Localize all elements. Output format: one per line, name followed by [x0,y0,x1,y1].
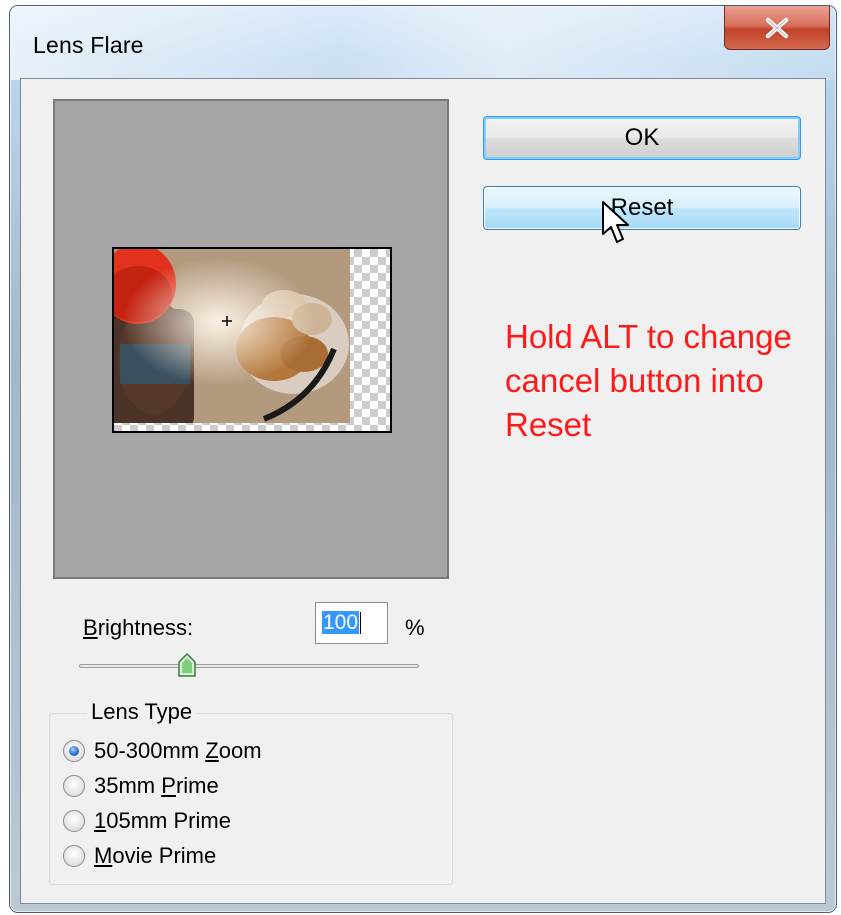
title-bar[interactable]: Lens Flare [10,6,836,80]
radio-button-checked[interactable] [63,740,85,762]
brightness-label: Brightness: [83,615,194,640]
radio-label: 35mm Prime [94,773,219,798]
ok-button[interactable]: OK [483,116,801,160]
radio-option-105mm[interactable]: 105mm Prime [63,806,231,836]
radio-button[interactable] [63,845,85,867]
radio-button[interactable] [63,775,85,797]
annotation-note: Hold ALT to change cancel button into Re… [505,318,792,443]
brightness-input[interactable]: 100 [315,602,388,644]
dialog-title: Lens Flare [33,32,144,58]
flare-preview-pane[interactable] [53,99,449,579]
brightness-slider-thumb[interactable] [178,653,196,677]
radio-label: 105mm Prime [94,808,231,833]
brightness-slider-track[interactable] [79,664,419,668]
brightness-value: 100 [322,611,360,634]
close-x-icon [765,17,789,38]
close-button[interactable] [724,6,830,50]
reset-button[interactable]: Reset [483,186,801,230]
radio-label: Movie Prime [94,843,217,868]
mouse-cursor-icon [602,201,629,243]
radio-label: 50-300mm Zoom [94,738,262,763]
text-caret [360,612,362,635]
dialog-window: Lens Flare OK Reset Hold ALT to change c… [10,6,836,912]
lens-type-legend: Lens Type [87,699,197,725]
dialog-client-area: OK Reset Hold ALT to change cancel butto… [20,78,826,904]
radio-option-35mm[interactable]: 35mm Prime [63,771,219,801]
percent-unit: % [405,615,425,640]
preview-thumbnail[interactable] [112,247,392,433]
radio-option-zoom[interactable]: 50-300mm Zoom [63,736,262,766]
preview-photo [114,249,390,431]
radio-button[interactable] [63,810,85,832]
radio-option-movie[interactable]: Movie Prime [63,841,216,871]
